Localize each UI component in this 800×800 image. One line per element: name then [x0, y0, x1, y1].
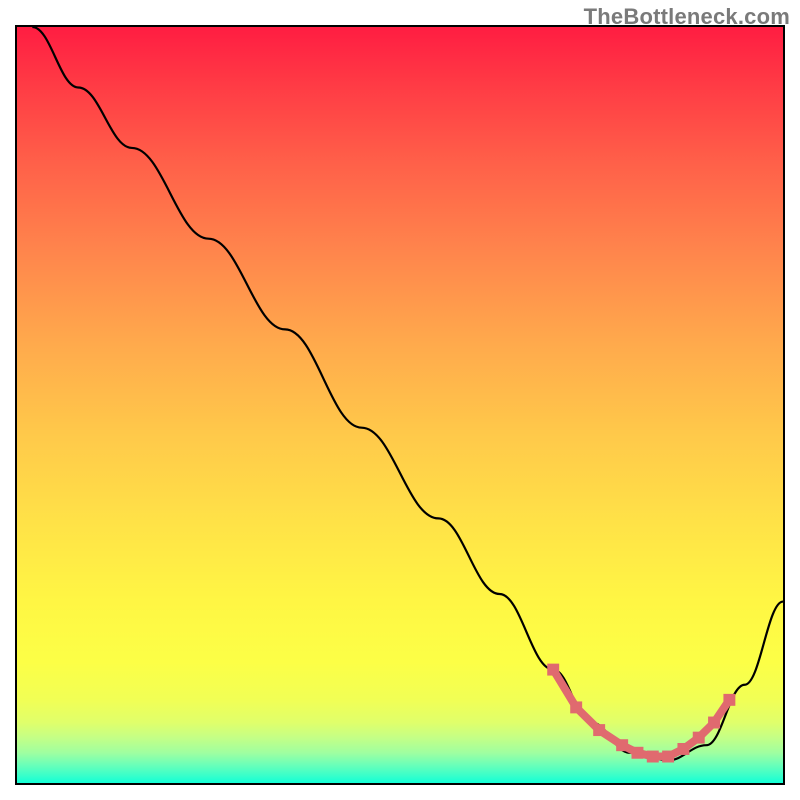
highlight-group [547, 664, 735, 763]
highlight-marker [593, 724, 605, 736]
highlight-marker [570, 701, 582, 713]
main-curve-path [32, 27, 783, 760]
chart-frame [15, 25, 785, 785]
highlight-marker [662, 751, 674, 763]
highlight-marker [631, 747, 643, 759]
watermark-text: TheBottleneck.com [584, 4, 790, 30]
highlight-marker [616, 739, 628, 751]
highlight-marker [647, 751, 659, 763]
highlight-marker [547, 664, 559, 676]
highlight-marker [693, 732, 705, 744]
highlight-marker [708, 717, 720, 729]
chart-svg [17, 27, 783, 783]
highlight-marker [677, 743, 689, 755]
highlight-marker [723, 694, 735, 706]
